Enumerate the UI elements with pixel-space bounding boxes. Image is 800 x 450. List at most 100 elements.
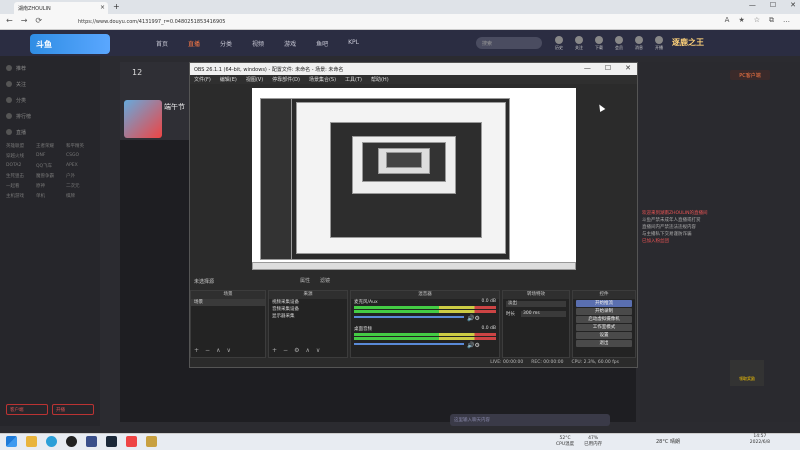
- game-link[interactable]: APEX: [66, 163, 94, 169]
- nav-link-yuba[interactable]: 鱼吧: [316, 39, 328, 48]
- refresh-icon[interactable]: ⟳: [35, 16, 42, 25]
- game-link[interactable]: QQ飞车: [36, 163, 64, 169]
- weather-widget[interactable]: 28°C 晴朗: [656, 438, 680, 445]
- streamer-avatar[interactable]: [124, 100, 162, 138]
- start-broadcast-button[interactable]: 开播: [52, 404, 94, 415]
- studio-mode-button[interactable]: 工作室模式: [576, 324, 632, 331]
- menu-file[interactable]: 文件(F): [194, 76, 211, 83]
- game-link[interactable]: DNF: [36, 153, 64, 159]
- game-link[interactable]: DOTA2: [6, 163, 34, 169]
- collections-icon[interactable]: ⧉: [769, 16, 774, 25]
- sidebar-item-live[interactable]: 直播: [6, 124, 94, 140]
- add-icon[interactable]: +: [272, 347, 277, 354]
- event-banner[interactable]: 逐鹿之王: [670, 32, 754, 54]
- maximize-icon[interactable]: ☐: [770, 1, 776, 9]
- add-icon[interactable]: +: [194, 347, 199, 354]
- start-recording-button[interactable]: 开始录制: [576, 308, 632, 315]
- favorite-star-icon[interactable]: ★: [738, 16, 744, 25]
- source-item[interactable]: 视频采集设备: [269, 299, 347, 306]
- menu-help[interactable]: 帮助(H): [371, 76, 389, 83]
- sidebar-item-category[interactable]: 分类: [6, 92, 94, 108]
- game-link[interactable]: 王者荣耀: [36, 143, 64, 149]
- gear-icon[interactable]: ⚙: [474, 342, 479, 349]
- game-link[interactable]: CSGO: [66, 153, 94, 159]
- obs-icon[interactable]: [66, 436, 77, 447]
- game-link[interactable]: 生死狙击: [6, 173, 34, 179]
- start-icon[interactable]: [6, 436, 17, 447]
- new-tab-button[interactable]: +: [113, 2, 120, 11]
- properties-button[interactable]: 属性: [300, 277, 310, 284]
- game-link[interactable]: 一起看: [6, 183, 34, 189]
- nav-link-video[interactable]: 视频: [252, 39, 264, 48]
- menu-scene-collection[interactable]: 场景集合(S): [309, 76, 336, 83]
- game-link[interactable]: 魔兽争霸: [36, 173, 64, 179]
- file-explorer-icon[interactable]: [26, 436, 37, 447]
- history-icon[interactable]: 历史: [552, 36, 566, 51]
- obs-close-icon[interactable]: ✕: [625, 64, 631, 72]
- pc-client-button[interactable]: PC客户端: [730, 70, 770, 80]
- nav-link-live[interactable]: 直播: [188, 39, 200, 48]
- menu-edit[interactable]: 编辑(E): [220, 76, 237, 83]
- source-item[interactable]: 显示器采集: [269, 313, 347, 320]
- game-link[interactable]: 主机游戏: [6, 193, 34, 199]
- game-link[interactable]: 户外: [66, 173, 94, 179]
- sidebar-item-recommend[interactable]: 推荐: [6, 60, 94, 76]
- download-icon[interactable]: 下载: [592, 36, 606, 51]
- nav-link-game[interactable]: 游戏: [284, 39, 296, 48]
- close-tab-icon[interactable]: ×: [100, 4, 105, 11]
- game-icon[interactable]: [146, 436, 157, 447]
- transition-select[interactable]: 淡出: [506, 301, 566, 307]
- message-icon[interactable]: 消息: [632, 36, 646, 51]
- browser-tab[interactable]: 湖南ZHOULIN ×: [14, 2, 108, 14]
- gear-icon[interactable]: ⚙: [474, 315, 479, 322]
- source-item[interactable]: 音频采集设备: [269, 306, 347, 313]
- obs-maximize-icon[interactable]: ☐: [605, 64, 611, 72]
- url-field[interactable]: https://www.douyu.com/4131997_r=0.048025…: [78, 17, 678, 27]
- start-streaming-button[interactable]: 开始推流: [576, 300, 632, 307]
- nav-link-kpl[interactable]: KPL: [348, 39, 359, 48]
- obs-minimize-icon[interactable]: —: [584, 64, 591, 72]
- move-up-icon[interactable]: ∧: [305, 347, 309, 354]
- shield-icon[interactable]: [86, 436, 97, 447]
- chat-input[interactable]: 这里输入聊天内容: [450, 414, 610, 426]
- game-link[interactable]: 棋牌: [66, 193, 94, 199]
- duration-input[interactable]: 300 ms: [521, 311, 566, 317]
- reward-widget[interactable]: 领取奖励: [730, 360, 764, 386]
- site-logo[interactable]: 斗鱼: [30, 34, 110, 54]
- site-search-input[interactable]: 搜索: [476, 37, 542, 49]
- edge-icon[interactable]: [46, 436, 57, 447]
- remove-icon[interactable]: −: [283, 347, 288, 354]
- game-link[interactable]: 穿越火线: [6, 153, 34, 159]
- menu-docks[interactable]: 停靠部件(D): [272, 76, 300, 83]
- favorites-icon[interactable]: ☆: [754, 16, 760, 25]
- broadcast-icon[interactable]: 开播: [652, 36, 666, 51]
- back-icon[interactable]: ←: [6, 16, 13, 25]
- gear-icon[interactable]: ⚙: [294, 347, 299, 354]
- obs-preview[interactable]: [252, 88, 576, 270]
- client-download-button[interactable]: 客户端: [6, 404, 48, 415]
- minimize-icon[interactable]: —: [749, 1, 756, 9]
- sidebar-item-follow[interactable]: 关注: [6, 76, 94, 92]
- follow-icon[interactable]: 关注: [572, 36, 586, 51]
- remove-icon[interactable]: −: [205, 347, 210, 354]
- close-icon[interactable]: ✕: [790, 1, 796, 9]
- scene-item[interactable]: 场景: [191, 299, 265, 306]
- game-link[interactable]: 原神: [36, 183, 64, 189]
- forward-icon[interactable]: →: [21, 16, 28, 25]
- game-link[interactable]: 二次元: [66, 183, 94, 189]
- menu-view[interactable]: 视图(V): [246, 76, 263, 83]
- move-up-icon[interactable]: ∧: [216, 347, 220, 354]
- nav-link-category[interactable]: 分类: [220, 39, 232, 48]
- taskbar-clock[interactable]: 14:57 2022/6/8: [750, 434, 770, 446]
- nav-link-home[interactable]: 首页: [156, 39, 168, 48]
- vip-icon[interactable]: 会员: [612, 36, 626, 51]
- filters-button[interactable]: 滤镜: [320, 277, 330, 284]
- virtual-camera-button[interactable]: 启动虚拟摄像机: [576, 316, 632, 323]
- volume-slider[interactable]: [354, 343, 464, 345]
- read-aloud-icon[interactable]: A: [725, 16, 730, 25]
- more-icon[interactable]: …: [783, 16, 790, 25]
- settings-button[interactable]: 设置: [576, 332, 632, 339]
- steam-icon[interactable]: [106, 436, 117, 447]
- move-down-icon[interactable]: ∨: [226, 347, 230, 354]
- game-link[interactable]: 单机: [36, 193, 64, 199]
